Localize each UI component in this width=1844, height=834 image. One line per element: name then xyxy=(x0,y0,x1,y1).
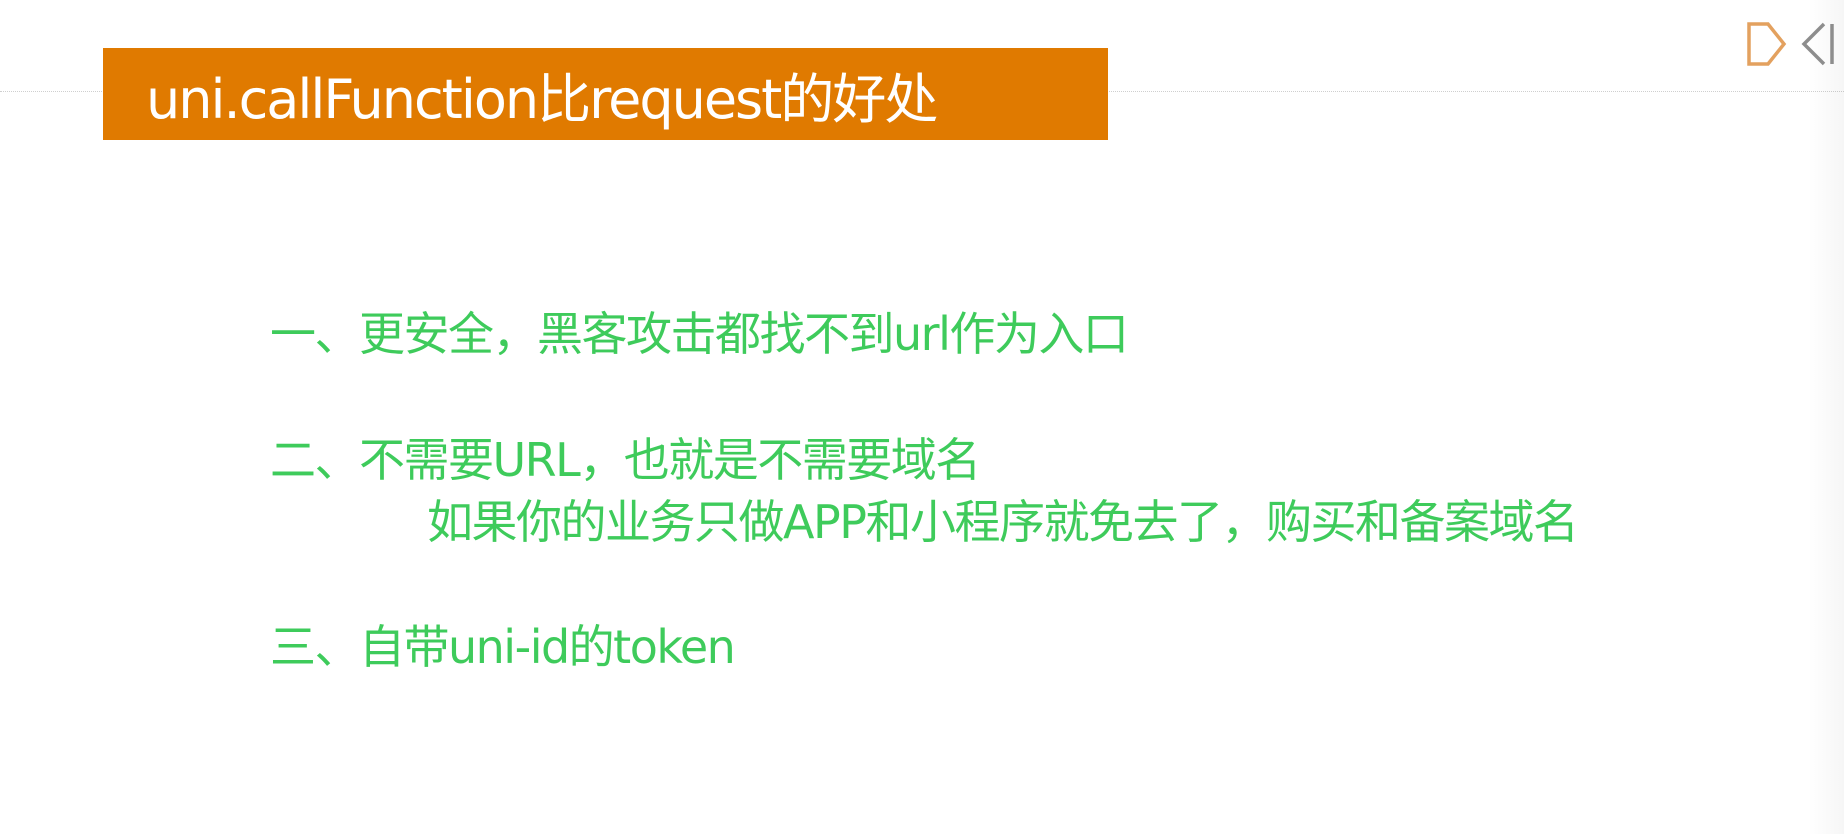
slide-title: uni.callFunction比request的好处 xyxy=(146,67,938,131)
point-1-text: 一、更安全，黑客攻击都找不到url作为入口 xyxy=(270,307,1129,361)
point-2-detail-text: 如果你的业务只做APP和小程序就免去了，购买和备案域名 xyxy=(427,495,1579,549)
dcloud-logo-icon xyxy=(1747,22,1834,66)
point-2-text: 二、不需要URL，也就是不需要域名 xyxy=(270,433,981,487)
presentation-slide: uni.callFunction比request的好处 一、更安全，黑客攻击都找… xyxy=(0,0,1844,834)
slide-edge-shade xyxy=(1808,0,1844,834)
title-banner: uni.callFunction比request的好处 xyxy=(103,48,1108,140)
point-3-text: 三、自带uni-id的token xyxy=(270,620,736,674)
